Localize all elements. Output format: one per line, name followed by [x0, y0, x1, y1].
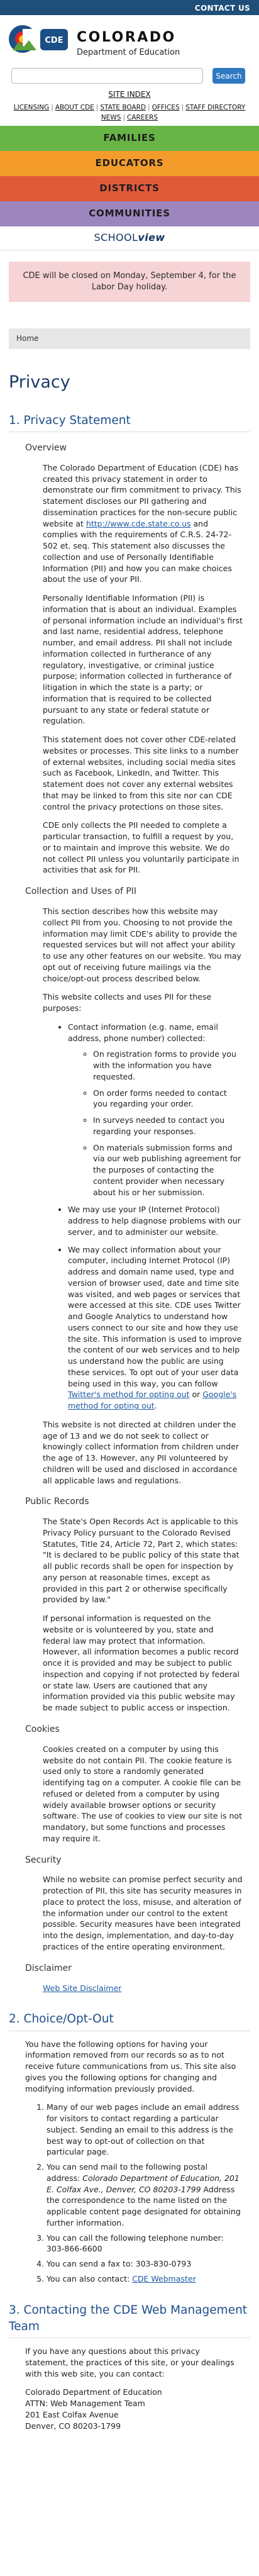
list-item: You can call the following telephone num… [47, 2233, 243, 2255]
collection-paragraph: This section describes how this website … [43, 906, 241, 983]
cookies-paragraph: Cookies created on a computer by using t… [43, 1744, 242, 1843]
overview-paragraph: The Colorado Department of Education (CD… [43, 462, 243, 585]
address-line: Denver, CO 80203-1799 [25, 2421, 121, 2431]
cookies-body: Cookies created on a computer by using t… [43, 1744, 243, 1844]
holiday-alert: CDE will be closed on Monday, September … [9, 261, 250, 303]
util-link-news[interactable]: NEWS [99, 114, 123, 121]
top-bar: CONTACT US [0, 0, 259, 15]
choice-contact-text: You can also contact: [47, 2273, 133, 2283]
search-input[interactable] [11, 68, 203, 84]
collection-paragraph: This website is not directed at children… [43, 1419, 240, 1485]
address-line: ATTN: Web Management Team [25, 2399, 145, 2409]
breadcrumb-home[interactable]: Home [16, 334, 38, 343]
cde-webmaster-link[interactable]: CDE Webmaster [132, 2274, 196, 2283]
overview-paragraph: This statement does not cover other CDE-… [43, 735, 239, 811]
contact-body: If you have any questions about this pri… [25, 2346, 243, 2431]
section-privacy-statement-heading: 1. Privacy Statement [9, 413, 250, 433]
utility-links: LICENSING | ABOUT CDE | STATE BOARD | OFFICES |… [0, 101, 259, 126]
util-link-offices[interactable]: OFFICES [150, 104, 182, 111]
analytics-text-mid: or [189, 1390, 203, 1400]
address-line: 201 East Colfax Avenue [25, 2409, 119, 2419]
breadcrumb: Home [9, 328, 250, 350]
header-logo-area: CDE COLORADO Department of Education [0, 15, 259, 63]
cde-website-link[interactable]: http://www.cde.state.co.us [86, 519, 191, 528]
list-item: We may use your IP (Internet Protocol) a… [68, 1204, 243, 1237]
list-item: We may collect information about your co… [68, 1244, 243, 1412]
disclaimer-heading: Disclaimer [25, 1963, 72, 1973]
disclaimer-body: Web Site Disclaimer [43, 1983, 243, 1994]
logo-text: COLORADO Department of Education [77, 30, 180, 59]
collection-heading: Collection and Uses of PII [25, 886, 137, 897]
overview-p1-text-end: and complies with the requirements of C.… [43, 518, 232, 584]
schoolview-logo: SCHOOLview [94, 231, 165, 245]
util-link-staff-directory[interactable]: STAFF DIRECTORY [184, 104, 247, 111]
choice-body: You have the following options for havin… [25, 2039, 243, 2285]
nav-schoolview[interactable]: SCHOOLview [0, 226, 259, 250]
search-button[interactable]: Search [212, 68, 245, 84]
collection-paragraph: This website collects and uses PII for t… [43, 992, 212, 1013]
overview-heading: Overview [25, 443, 67, 454]
cookies-heading: Cookies [25, 1724, 60, 1734]
list-item: Many of our web pages include an email a… [47, 2102, 243, 2158]
logo-badge-text: CDE [45, 36, 63, 45]
overview-paragraph: CDE only collects the PII needed to comp… [43, 820, 240, 875]
contact-paragraph: If you have any questions about this pri… [25, 2346, 234, 2378]
list-item: You can send mail to the following posta… [47, 2161, 243, 2229]
disclaimer-link[interactable]: Web Site Disclaimer [43, 1983, 121, 1993]
site-index: SITE INDEX [0, 87, 259, 101]
choice-list: Many of our web pages include an email a… [47, 2102, 243, 2284]
util-link-careers[interactable]: CAREERS [125, 114, 160, 121]
security-paragraph: While no website can promise perfect sec… [43, 1875, 243, 1951]
address-line: Colorado Department of Education [25, 2387, 162, 2397]
list-item: On registration forms to provide you wit… [93, 1049, 243, 1082]
purposes-list: Contact information (e.g. name, email ad… [68, 1022, 243, 1412]
overview-body: The Colorado Department of Education (CD… [43, 462, 243, 876]
list-item: In surveys needed to contact you regardi… [93, 1115, 243, 1137]
contact-sublist: On registration forms to provide you wit… [93, 1049, 243, 1198]
list-item: On order forms needed to contact you reg… [93, 1088, 243, 1110]
public-records-body: The State's Open Records Act is applicab… [43, 1516, 243, 1714]
collection-body: This section describes how this website … [43, 906, 243, 1486]
schoolview-suffix: view [138, 231, 165, 243]
analytics-text-end: . [154, 1401, 157, 1411]
logo-subtitle: Department of Education [77, 48, 180, 58]
list-item: Contact information (e.g. name, email ad… [68, 1022, 243, 1198]
nav-communities[interactable]: COMMUNITIES [0, 201, 259, 226]
nav-families[interactable]: FAMILIES [0, 125, 259, 151]
util-link-state-board[interactable]: STATE BOARD [98, 104, 148, 111]
public-records-heading: Public Records [25, 1497, 89, 1507]
contact-address: Colorado Department of Education ATTN: W… [25, 2387, 243, 2431]
site-index-link[interactable]: SITE INDEX [108, 90, 150, 99]
security-heading: Security [25, 1854, 62, 1865]
util-link-about[interactable]: ABOUT CDE [53, 104, 96, 111]
analytics-text: We may collect information about your co… [68, 1244, 242, 1388]
nav-districts[interactable]: DISTRICTS [0, 176, 259, 201]
nav-educators[interactable]: EDUCATORS [0, 150, 259, 176]
choice-paragraph: You have the following options for havin… [25, 2039, 236, 2094]
schoolview-prefix: SCHOOL [94, 231, 138, 243]
colorado-logo-icon[interactable]: CDE [8, 23, 70, 55]
public-records-paragraph: The State's Open Records Act is applicab… [43, 1517, 240, 1605]
public-records-paragraph: If personal information is requested on … [43, 1614, 240, 1713]
section-contact-heading: 3. Contacting the CDE Web Management Tea… [9, 2302, 250, 2339]
page-title: Privacy [9, 372, 70, 393]
page-footer-space [0, 2431, 259, 2519]
contact-us-link[interactable]: CONTACT US [195, 4, 250, 13]
overview-paragraph: Personally Identifiable Information (PII… [43, 593, 243, 726]
list-item: You can also contact: CDE Webmaster [47, 2273, 243, 2285]
list-item: On materials submission forms and via ou… [93, 1142, 243, 1198]
security-body: While no website can promise perfect sec… [43, 1874, 243, 1952]
purpose-contact-info: Contact information (e.g. name, email ad… [68, 1022, 219, 1043]
twitter-optout-link[interactable]: Twitter's method for opting out [68, 1390, 189, 1399]
logo-name: COLORADO [77, 30, 176, 45]
list-item: You can send a fax to: 303-830-0793 [47, 2258, 243, 2270]
search-area: Search [0, 63, 259, 87]
section-choice-optout-heading: 2. Choice/Opt-Out [9, 2011, 250, 2031]
util-link-licensing[interactable]: LICENSING [12, 104, 52, 111]
